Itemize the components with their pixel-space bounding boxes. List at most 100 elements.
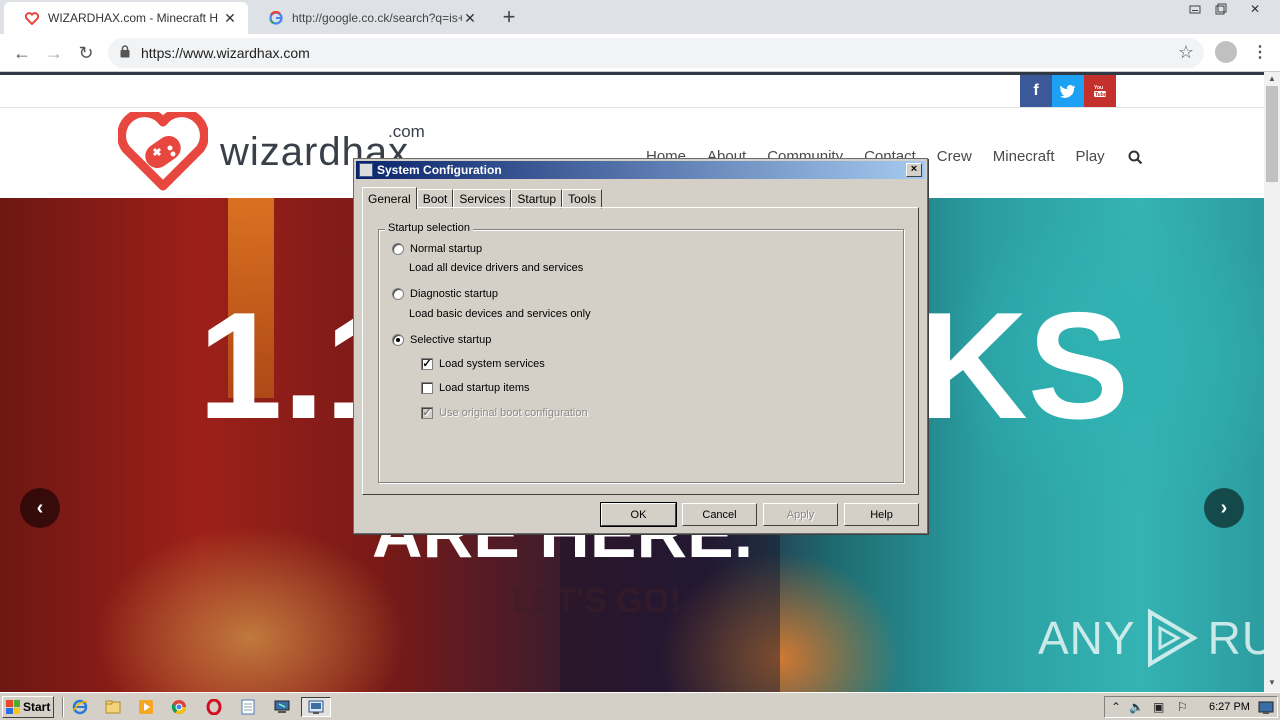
network-icon[interactable]: ▣ xyxy=(1153,700,1164,714)
dialog-titlebar[interactable]: System Configuration × xyxy=(356,161,925,179)
menu-dots-icon[interactable]: ⋮ xyxy=(1252,42,1268,62)
help-button[interactable]: Help xyxy=(844,503,919,526)
check-label: Use original boot configuration xyxy=(439,407,588,419)
reload-icon[interactable]: ↻ xyxy=(74,41,98,65)
tab-title: http://google.co.ck/search?q=is+illu xyxy=(292,11,462,25)
tab-general[interactable]: General xyxy=(362,187,417,209)
dialog-tabs: General Boot Services Startup Tools xyxy=(362,187,603,209)
use-original-boot-config-checkbox: ✓ Use original boot configuration xyxy=(421,407,588,419)
social-links: f You Tube xyxy=(1020,75,1116,107)
load-startup-items-checkbox[interactable]: Load startup items xyxy=(421,382,530,394)
back-arrow-icon[interactable]: ← xyxy=(10,41,34,65)
address-bar[interactable]: https://www.wizardhax.com ☆ xyxy=(108,38,1204,68)
action-center-flag-icon[interactable]: ⚐ xyxy=(1177,700,1188,714)
tab-services[interactable]: Services xyxy=(453,189,512,209)
opera-icon[interactable] xyxy=(203,697,225,717)
svg-text:You: You xyxy=(1094,85,1103,91)
general-tab-panel: Startup selection Normal startup Load al… xyxy=(362,207,919,495)
watermark-right: RUN xyxy=(1207,612,1264,664)
twitter-icon[interactable] xyxy=(1052,75,1084,107)
hero-title-right: KS xyxy=(918,281,1130,451)
facebook-icon[interactable]: f xyxy=(1020,75,1052,107)
bookmark-star-icon[interactable]: ☆ xyxy=(1178,42,1194,63)
header-divider xyxy=(0,107,1264,108)
system-tray: ⌃ 🔈 ▣ ⚐ 6:27 PM xyxy=(1104,696,1278,718)
forward-arrow-icon[interactable]: → xyxy=(42,41,66,65)
option-label: Normal startup xyxy=(410,243,483,255)
browser-tab-google[interactable]: http://google.co.ck/search?q=is+illu ✕ xyxy=(248,2,488,34)
radio-button[interactable] xyxy=(392,243,404,255)
show-desktop-icon[interactable] xyxy=(1257,698,1275,718)
start-label: Start xyxy=(23,700,51,714)
tab-startup[interactable]: Startup xyxy=(511,189,563,209)
search-icon[interactable] xyxy=(1128,150,1143,170)
start-button[interactable]: Start xyxy=(2,696,54,718)
svg-text:Tube: Tube xyxy=(1095,92,1107,98)
cancel-button[interactable]: Cancel xyxy=(682,503,757,526)
system-configuration-dialog: System Configuration × General Boot Serv… xyxy=(353,158,928,534)
network-tool-icon[interactable] xyxy=(271,697,293,717)
tab-close-icon[interactable]: ✕ xyxy=(462,10,478,27)
youtube-icon[interactable]: You Tube xyxy=(1084,75,1116,107)
radio-button-selected[interactable] xyxy=(392,334,404,346)
browser-tab-wizardhax[interactable]: WIZARDHAX.com - Minecraft Hacks, ✕ xyxy=(4,2,248,34)
msconfig-icon xyxy=(359,163,373,177)
tab-close-icon[interactable]: ✕ xyxy=(222,10,238,27)
nav-minecraft[interactable]: Minecraft xyxy=(993,148,1055,165)
window-restore-icon[interactable] xyxy=(1210,0,1232,18)
anyrun-watermark: ANY RUN xyxy=(1038,608,1264,668)
new-tab-button[interactable]: + xyxy=(498,6,520,28)
volume-icon[interactable]: 🔈 xyxy=(1129,700,1144,714)
taskbar-separator xyxy=(62,697,64,717)
tab-boot[interactable]: Boot xyxy=(416,189,454,209)
window-close-icon[interactable]: ✕ xyxy=(1244,0,1266,18)
hero-cta[interactable]: LET'S GO! xyxy=(512,582,681,621)
watermark-left: ANY xyxy=(1038,612,1136,664)
msconfig-taskbar-icon[interactable] xyxy=(301,697,331,717)
play-triangle-icon xyxy=(1147,608,1198,668)
chrome-icon[interactable] xyxy=(168,697,190,717)
lock-icon xyxy=(120,45,130,63)
scroll-thumb[interactable] xyxy=(1266,86,1278,182)
tab-tools[interactable]: Tools xyxy=(562,189,603,209)
nav-crew[interactable]: Crew xyxy=(937,148,972,165)
slider-next-icon[interactable]: › xyxy=(1204,488,1244,528)
nav-play[interactable]: Play xyxy=(1075,148,1104,165)
internet-explorer-icon[interactable] xyxy=(69,697,91,717)
ok-button[interactable]: OK xyxy=(600,502,677,527)
google-g-icon xyxy=(268,10,284,26)
browser-toolbar: ← → ↻ https://www.wizardhax.com ☆ ⋮ xyxy=(0,34,1280,72)
profile-avatar-icon[interactable] xyxy=(1215,41,1237,63)
apply-button: Apply xyxy=(763,503,838,526)
radio-button[interactable] xyxy=(392,288,404,300)
selective-startup-radio[interactable]: Selective startup xyxy=(392,334,491,346)
option-label: Selective startup xyxy=(410,334,492,346)
dialog-close-icon[interactable]: × xyxy=(906,163,922,177)
checkbox-checked[interactable]: ✓ xyxy=(421,358,433,370)
site-logo-icon[interactable] xyxy=(117,108,209,197)
windows-logo-icon xyxy=(6,700,20,714)
windows-taskbar: Start ⌃ 🔈 ▣ ⚐ 6:27 PM xyxy=(0,692,1280,720)
option-description: Load all device drivers and services xyxy=(409,262,584,274)
browser-tab-strip: WIZARDHAX.com - Minecraft Hacks, ✕ http:… xyxy=(0,0,1280,34)
slider-prev-icon[interactable]: ‹ xyxy=(20,488,60,528)
load-system-services-checkbox[interactable]: ✓ Load system services xyxy=(421,358,545,370)
scroll-up-icon[interactable]: ▲ xyxy=(1268,74,1276,83)
logo-suffix: .com xyxy=(388,122,425,141)
diagnostic-startup-radio[interactable]: Diagnostic startup xyxy=(392,288,498,300)
checkbox-unchecked[interactable] xyxy=(421,382,433,394)
tray-expand-icon[interactable]: ⌃ xyxy=(1111,700,1121,714)
file-explorer-icon[interactable] xyxy=(102,697,124,717)
scroll-down-icon[interactable]: ▼ xyxy=(1268,678,1276,687)
check-label: Load system services xyxy=(439,358,545,370)
dialog-title: System Configuration xyxy=(377,163,502,177)
heart-gamepad-icon xyxy=(24,10,40,26)
option-label: Diagnostic startup xyxy=(410,288,499,300)
clock[interactable]: 6:27 PM xyxy=(1209,701,1250,713)
notepad-icon[interactable] xyxy=(237,697,259,717)
media-player-icon[interactable] xyxy=(135,697,157,717)
page-scrollbar[interactable]: ▲ ▼ xyxy=(1264,72,1280,692)
window-minimize-icon[interactable] xyxy=(1184,0,1206,18)
url-text: https://www.wizardhax.com xyxy=(141,45,310,61)
normal-startup-radio[interactable]: Normal startup xyxy=(392,243,482,255)
